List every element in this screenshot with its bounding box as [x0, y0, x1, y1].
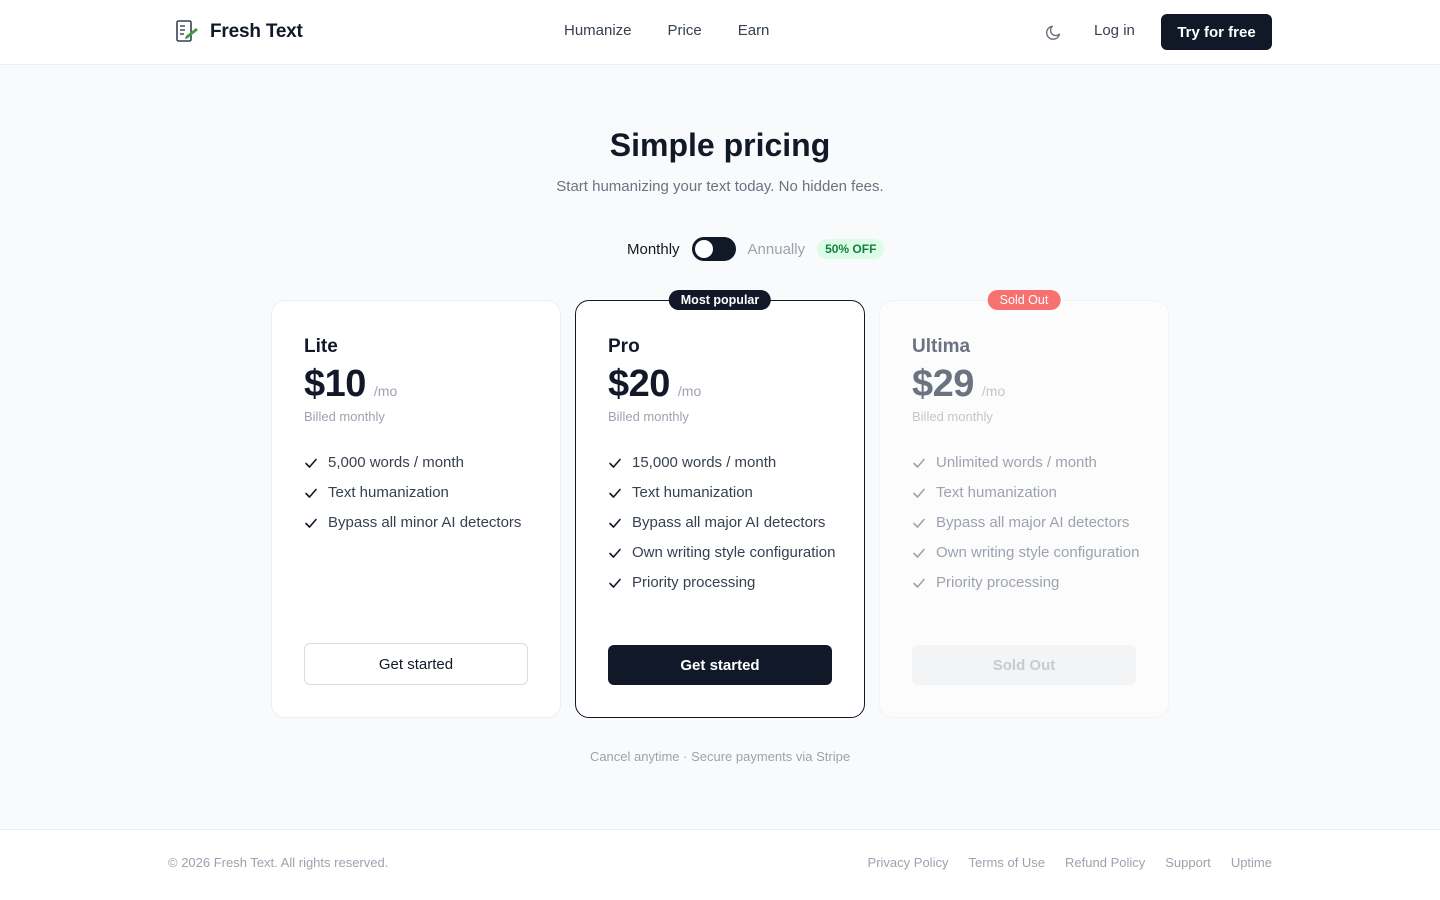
- moon-icon[interactable]: [1044, 22, 1064, 42]
- feature-text: Own writing style configuration: [632, 544, 836, 561]
- get-started-button-pro[interactable]: Get started: [608, 645, 832, 685]
- plan-price: $29: [912, 363, 974, 405]
- plan-card-lite: Lite $10 /mo Billed monthly 5,000 words …: [271, 300, 561, 718]
- login-link[interactable]: Log in: [1094, 22, 1135, 39]
- feature-list: Unlimited words / month Text humanizatio…: [912, 453, 1142, 603]
- nav-price[interactable]: Price: [668, 22, 702, 39]
- feature-text: 15,000 words / month: [632, 454, 777, 471]
- feature-item: Priority processing: [912, 573, 1142, 593]
- nav-earn[interactable]: Earn: [738, 22, 770, 39]
- price-row: $10 /mo: [304, 363, 397, 406]
- feature-text: Text humanization: [632, 484, 753, 501]
- price-period: /mo: [981, 383, 1006, 399]
- plan-price: $20: [608, 363, 670, 405]
- feature-list: 15,000 words / month Text humanization B…: [608, 453, 838, 603]
- payment-footnote: Cancel anytime · Secure payments via Str…: [589, 749, 851, 764]
- check-icon: [609, 578, 621, 588]
- feature-item: 5,000 words / month: [304, 453, 534, 473]
- check-icon: [305, 458, 317, 468]
- switch-knob: [694, 240, 713, 258]
- plan-card-pro: Most popular Pro $20 /mo Billed monthly …: [575, 290, 865, 718]
- page-subtitle: Start humanizing your text today. No hid…: [556, 178, 884, 195]
- feature-item: Text humanization: [304, 483, 534, 503]
- brand-logo[interactable]: Fresh Text: [174, 19, 303, 45]
- try-for-free-button[interactable]: Try for free: [1161, 14, 1272, 50]
- main-nav: Humanize Price Earn: [564, 22, 769, 39]
- billing-note: Billed monthly: [608, 409, 689, 424]
- billing-note: Billed monthly: [304, 409, 385, 424]
- feature-text: Bypass all major AI detectors: [936, 514, 1130, 531]
- check-icon: [305, 518, 317, 528]
- footer-links: Privacy Policy Terms of Use Refund Polic…: [868, 855, 1272, 870]
- brand-name: Fresh Text: [210, 21, 303, 42]
- feature-item: Unlimited words / month: [912, 453, 1142, 473]
- feature-item: Bypass all minor AI detectors: [304, 513, 534, 533]
- check-icon: [305, 488, 317, 498]
- document-pen-icon: [176, 20, 198, 42]
- footer-link-terms[interactable]: Terms of Use: [968, 855, 1045, 870]
- nav-humanize[interactable]: Humanize: [564, 22, 632, 39]
- feature-text: Text humanization: [936, 484, 1057, 501]
- check-icon: [609, 548, 621, 558]
- footer-link-privacy[interactable]: Privacy Policy: [868, 855, 949, 870]
- feature-item: Bypass all major AI detectors: [912, 513, 1142, 533]
- feature-item: Own writing style configuration: [608, 543, 838, 563]
- get-started-button-lite[interactable]: Get started: [304, 643, 528, 685]
- footer-link-support[interactable]: Support: [1165, 855, 1211, 870]
- check-icon: [609, 458, 621, 468]
- check-icon: [913, 548, 925, 558]
- monthly-label[interactable]: Monthly: [627, 241, 680, 258]
- check-icon: [913, 458, 925, 468]
- copyright: © 2026 Fresh Text. All rights reserved.: [168, 855, 389, 870]
- feature-text: Bypass all minor AI detectors: [328, 514, 522, 531]
- page-title: Simple pricing: [609, 127, 831, 163]
- footer-link-refund[interactable]: Refund Policy: [1065, 855, 1145, 870]
- check-icon: [609, 488, 621, 498]
- feature-list: 5,000 words / month Text humanization By…: [304, 453, 534, 543]
- feature-item: Bypass all major AI detectors: [608, 513, 838, 533]
- site-footer: © 2026 Fresh Text. All rights reserved. …: [0, 829, 1440, 900]
- feature-item: 15,000 words / month: [608, 453, 838, 473]
- plan-name: Pro: [608, 336, 640, 357]
- billing-note: Billed monthly: [912, 409, 993, 424]
- feature-text: Priority processing: [632, 574, 756, 591]
- price-row: $29 /mo: [912, 363, 1005, 406]
- billing-switch[interactable]: [691, 237, 736, 261]
- site-header: Fresh Text Humanize Price Earn Log in Tr…: [0, 0, 1440, 65]
- discount-badge: 50% OFF: [817, 239, 885, 259]
- check-icon: [913, 488, 925, 498]
- price-period: /mo: [677, 383, 702, 399]
- sold-out-button: Sold Out: [912, 645, 1136, 685]
- feature-item: Text humanization: [912, 483, 1142, 503]
- check-icon: [609, 518, 621, 528]
- check-icon: [913, 518, 925, 528]
- price-period: /mo: [373, 383, 398, 399]
- plan-name: Lite: [304, 336, 338, 357]
- plan-name: Ultima: [912, 336, 971, 357]
- feature-item: Priority processing: [608, 573, 838, 593]
- feature-text: Own writing style configuration: [936, 544, 1140, 561]
- price-row: $20 /mo: [608, 363, 701, 406]
- feature-text: Text humanization: [328, 484, 449, 501]
- feature-text: 5,000 words / month: [328, 454, 464, 471]
- footer-link-uptime[interactable]: Uptime: [1231, 855, 1272, 870]
- billing-toggle: Monthly Annually 50% OFF: [627, 237, 885, 261]
- feature-text: Unlimited words / month: [936, 454, 1097, 471]
- plan-price: $10: [304, 363, 366, 405]
- feature-item: Own writing style configuration: [912, 543, 1142, 563]
- check-icon: [913, 578, 925, 588]
- most-popular-badge: Most popular: [668, 290, 772, 310]
- feature-text: Priority processing: [936, 574, 1060, 591]
- feature-text: Bypass all major AI detectors: [632, 514, 826, 531]
- sold-out-badge: Sold Out: [987, 290, 1061, 310]
- feature-item: Text humanization: [608, 483, 838, 503]
- plan-card-ultima: Sold Out Ultima $29 /mo Billed monthly U…: [879, 290, 1169, 718]
- annually-label[interactable]: Annually: [748, 241, 806, 258]
